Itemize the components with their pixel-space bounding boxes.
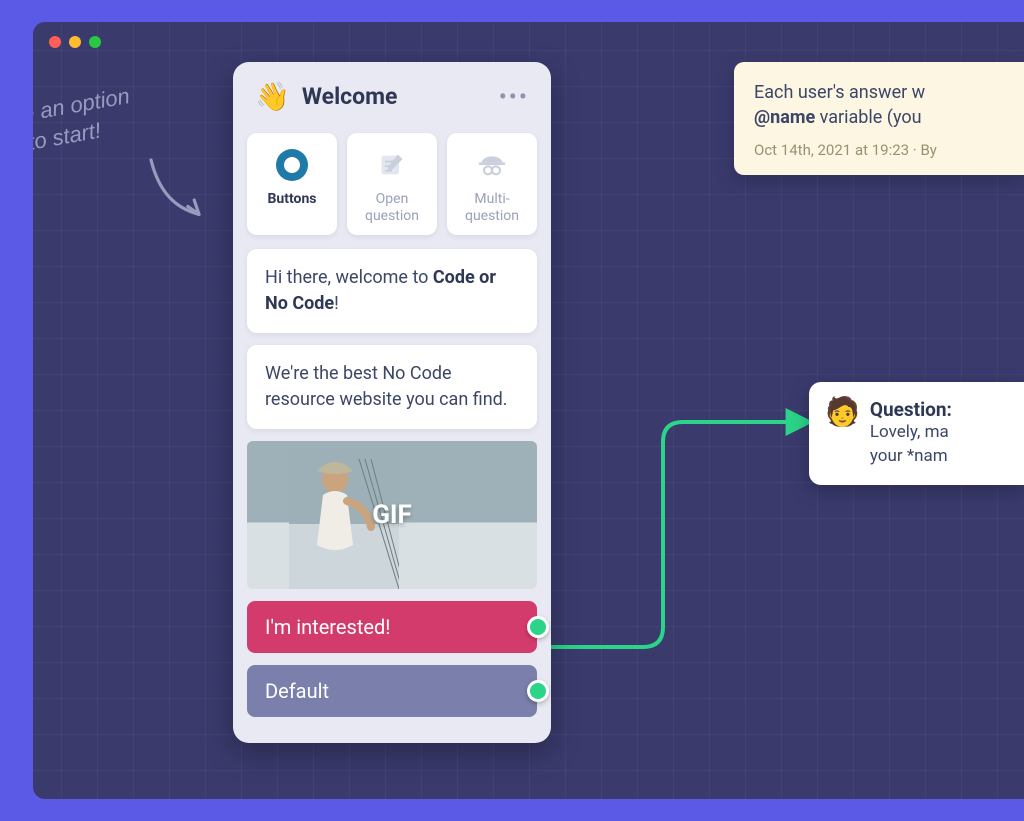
- builder-canvas[interactable]: se an option to start! 👋 Welcome •••: [33, 22, 1024, 799]
- gif-label: GIF: [372, 500, 412, 530]
- q-line1: Lovely, ma: [870, 422, 949, 442]
- person-icon: 🧑: [825, 398, 860, 469]
- message-block-1[interactable]: Hi there, welcome to Code or No Code!: [247, 249, 537, 333]
- window-controls: [49, 36, 101, 48]
- spy-icon: [474, 147, 510, 183]
- wave-icon: 👋: [255, 80, 290, 113]
- tab-buttons-label: Buttons: [267, 191, 316, 208]
- choice-interested[interactable]: I'm interested!: [247, 601, 537, 653]
- note-l2-post: variable (you: [815, 107, 921, 128]
- note-var: @name: [754, 107, 815, 128]
- question-body: Lovely, ma your *nam: [870, 421, 952, 469]
- connector-handle[interactable]: [527, 680, 549, 702]
- welcome-block[interactable]: 👋 Welcome ••• Buttons: [233, 62, 551, 743]
- more-menu-icon[interactable]: •••: [499, 83, 529, 111]
- tab-open-question[interactable]: Open question: [347, 133, 437, 235]
- q-line2: your *nam: [870, 446, 948, 466]
- tab-multi-label: Multi-question: [453, 191, 531, 225]
- question-content: Question: Lovely, ma your *nam: [870, 398, 952, 469]
- welcome-title: 👋 Welcome: [255, 80, 397, 113]
- welcome-title-text: Welcome: [302, 83, 398, 110]
- welcome-header: 👋 Welcome •••: [233, 62, 551, 127]
- tab-open-label: Open question: [353, 191, 431, 225]
- msg1-post: !: [334, 293, 339, 314]
- note-meta: Oct 14th, 2021 at 19:23 · By: [754, 140, 1006, 161]
- tab-multi-question[interactable]: Multi-question: [447, 133, 537, 235]
- close-icon[interactable]: [49, 36, 61, 48]
- block-type-tabs: Buttons Open question: [233, 133, 551, 235]
- pencil-icon: [374, 147, 410, 183]
- minimize-icon[interactable]: [69, 36, 81, 48]
- tab-buttons[interactable]: Buttons: [247, 133, 337, 235]
- choice-default[interactable]: Default: [247, 665, 537, 717]
- note-line1: Each user's answer w: [754, 80, 1006, 105]
- choice-interested-label: I'm interested!: [265, 615, 390, 639]
- maximize-icon[interactable]: [89, 36, 101, 48]
- note-l1: Each user's answer w: [754, 82, 925, 103]
- gif-block[interactable]: GIF: [247, 441, 537, 589]
- sticky-note[interactable]: Each user's answer w @name variable (you…: [734, 62, 1024, 175]
- question-block[interactable]: 🧑 Question: Lovely, ma your *nam: [809, 382, 1024, 485]
- msg2-text: We're the best No Code resource website …: [265, 363, 508, 410]
- msg1-pre: Hi there, welcome to: [265, 267, 433, 288]
- hint-arrow-icon: [143, 152, 223, 232]
- connector-handle[interactable]: [527, 616, 549, 638]
- choice-default-label: Default: [265, 679, 329, 703]
- message-block-2[interactable]: We're the best No Code resource website …: [247, 345, 537, 429]
- note-line2: @name variable (you: [754, 105, 1006, 130]
- buttons-icon: [274, 147, 310, 183]
- question-title: Question:: [870, 398, 952, 421]
- hint-text: se an option to start!: [33, 82, 137, 159]
